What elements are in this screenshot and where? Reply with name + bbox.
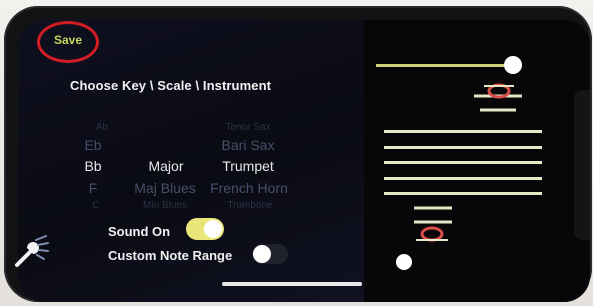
home-indicator[interactable] [222,282,362,286]
key-option[interactable]: F [76,180,110,196]
staff-line [384,161,542,164]
save-button[interactable]: Save [54,33,82,47]
instrument-selected[interactable]: Trumpet [206,158,290,174]
custom-note-range-toggle[interactable] [252,244,288,264]
instrument-option[interactable]: Bari Sax [206,137,290,153]
key-selected[interactable]: Bb [76,158,110,174]
key-option[interactable]: Eb [76,137,110,153]
toggle-knob [253,245,271,263]
tools-icon-graphic [15,235,49,267]
upper-note-icon [474,83,522,112]
instrument-option[interactable]: Trombone [206,200,294,211]
toggle-knob [204,220,222,238]
sound-on-toggle[interactable] [186,218,224,240]
range-slider-track[interactable] [376,64,504,67]
tools-icon[interactable] [12,232,50,270]
staff-line [384,146,542,149]
staff-line [384,177,542,180]
key-option[interactable]: Ab [84,122,120,133]
phone-notch [574,90,590,240]
scale-option[interactable]: Min Blues [114,200,216,211]
instrument-option[interactable]: French Horn [200,180,298,196]
range-slider-handle[interactable] [504,56,522,74]
lower-note-icon [414,206,452,242]
staff-line [384,130,542,133]
staff-line [384,192,542,195]
custom-note-range-label: Custom Note Range [108,248,233,263]
sound-on-label: Sound On [108,224,171,239]
scale-selected[interactable]: Major [124,158,208,174]
key-option[interactable]: C [78,200,114,211]
page-title: Choose Key \ Scale \ Instrument [70,78,272,93]
lower-range-handle[interactable] [396,254,412,270]
instrument-option[interactable]: Tenor Sax [210,122,286,133]
